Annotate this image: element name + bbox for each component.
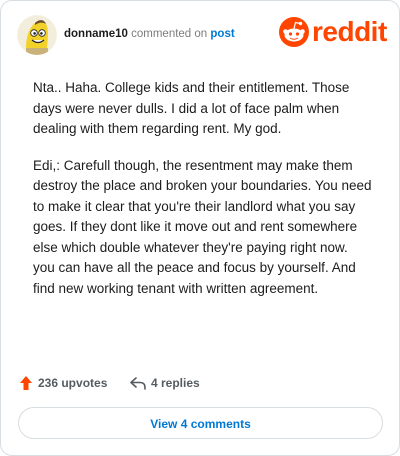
- reddit-snoo-icon: [279, 17, 309, 47]
- username-link[interactable]: donname10: [64, 28, 128, 40]
- action-text: commented on: [131, 28, 208, 40]
- replies-count: 4 replies: [151, 376, 200, 390]
- comment-header: donname10 commented on post reddit: [17, 15, 387, 55]
- upvotes-stat[interactable]: 236 upvotes: [19, 374, 119, 392]
- user-avatar[interactable]: [17, 15, 57, 55]
- upvote-arrow-icon: [20, 376, 32, 390]
- avatar-image-icon: [17, 15, 57, 55]
- reddit-wordmark: reddit: [312, 16, 387, 47]
- comment-meta: donname10 commented on post: [64, 26, 235, 42]
- view-comments-button[interactable]: View 4 comments: [18, 407, 383, 439]
- reply-arrow-icon: [130, 377, 146, 390]
- comment-paragraph: Nta.. Haha. College kids and their entit…: [33, 80, 350, 136]
- post-link[interactable]: post: [210, 28, 234, 40]
- upvotes-count: 236 upvotes: [38, 376, 108, 390]
- reddit-logo[interactable]: reddit: [279, 15, 387, 49]
- comment-card: donname10 commented on post reddit Nta..…: [0, 0, 400, 456]
- comment-body: Nta.. Haha. College kids and their entit…: [33, 78, 373, 315]
- comment-paragraph: Edi,: Carefull though, the resentment ma…: [33, 157, 372, 296]
- replies-stat[interactable]: 4 replies: [129, 374, 219, 392]
